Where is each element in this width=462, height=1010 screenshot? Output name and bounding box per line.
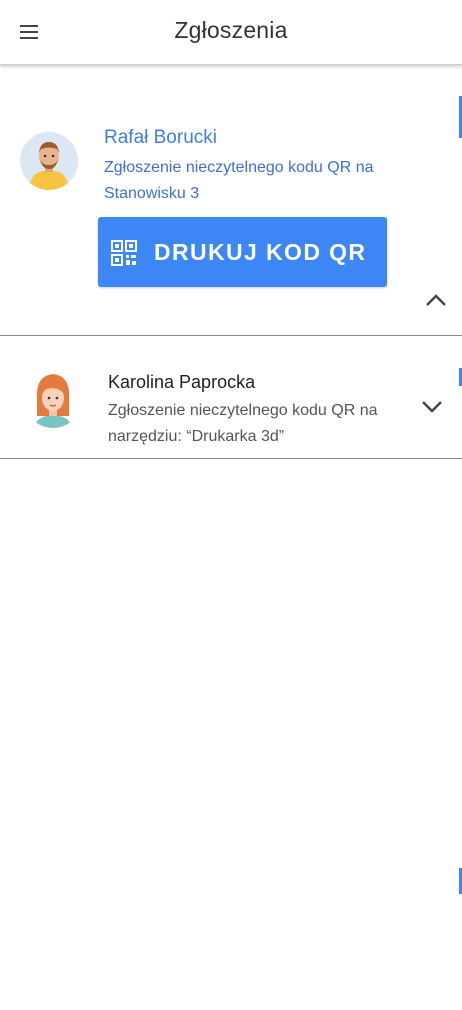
man-avatar-icon xyxy=(20,132,78,190)
chevron-down-icon[interactable] xyxy=(418,396,446,416)
report-card-collapsed[interactable]: Karolina Paprocka Zgłoszenie nieczytelne… xyxy=(0,336,462,459)
app-bar: Zgłoszenia xyxy=(0,0,462,65)
reporter-name: Rafał Borucki xyxy=(104,127,217,148)
print-qr-code-button[interactable]: DRUKUJ KOD QR xyxy=(98,217,387,287)
print-qr-code-label: DRUKUJ KOD QR xyxy=(154,239,367,265)
report-description: Zgłoszenie nieczytelnego kodu QR na Stan… xyxy=(104,159,374,202)
report-description: Zgłoszenie nieczytelnego kodu QR na narz… xyxy=(108,402,378,445)
woman-avatar-icon xyxy=(24,370,82,428)
report-card-expanded[interactable]: Rafał Borucki Zgłoszenie nieczytelnego k… xyxy=(0,66,462,336)
qr-code-icon xyxy=(111,240,137,266)
page-title: Zgłoszenia xyxy=(174,17,288,43)
reporter-name: Karolina Paprocka xyxy=(108,372,256,392)
chevron-up-icon[interactable] xyxy=(422,290,450,310)
